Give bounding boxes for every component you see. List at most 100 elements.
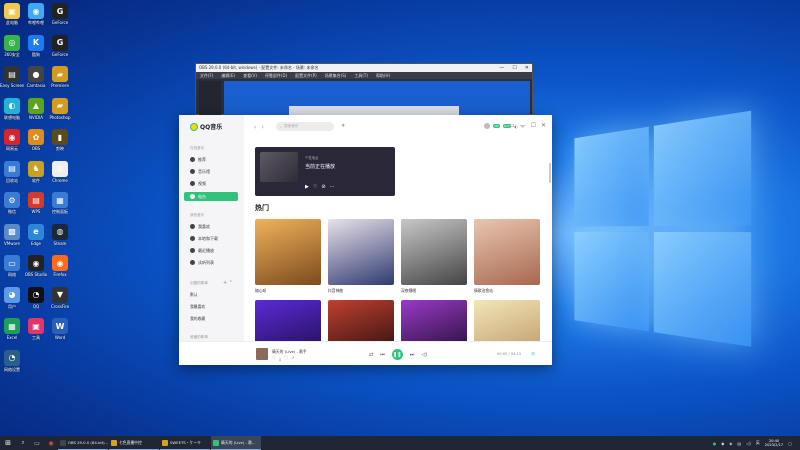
- desktop-icon[interactable]: ◎ Chrome: [48, 160, 72, 191]
- desktop-icon[interactable]: ▰ Photoshop: [48, 97, 72, 128]
- obs-menu-item[interactable]: 工具(T): [354, 73, 368, 79]
- volume-icon[interactable]: ◁): [421, 352, 427, 358]
- desktop-icon[interactable]: ▮ 剪映: [48, 129, 72, 159]
- minimize-icon[interactable]: —: [520, 122, 526, 129]
- qq-music-tray-icon[interactable]: ●: [713, 441, 717, 446]
- task-view-icon[interactable]: ▭: [30, 436, 44, 450]
- nav-music-hall[interactable]: 音乐馆: [184, 167, 238, 176]
- close-icon[interactable]: ✕: [541, 122, 546, 129]
- playlist-card-caption[interactable]: 深夜睡眠: [401, 288, 416, 294]
- playlist-card[interactable]: [328, 219, 394, 285]
- obs-menu-item[interactable]: 配置文件(P): [295, 73, 317, 79]
- play-icon[interactable]: ▶: [305, 184, 309, 190]
- search-icon[interactable]: ⌕: [16, 436, 30, 450]
- tray-icon[interactable]: ◈: [729, 441, 732, 446]
- vip-badge[interactable]: VIP: [493, 124, 500, 128]
- desktop-icon[interactable]: ♞ 软件: [24, 160, 48, 191]
- desktop-icon[interactable]: ▣ 此电脑: [0, 3, 24, 33]
- nav-local[interactable]: 本地和下载: [184, 234, 238, 243]
- tray-icon[interactable]: ◆: [721, 441, 724, 446]
- nav-recommend[interactable]: 推荐: [184, 155, 238, 164]
- playlist-card[interactable]: [474, 219, 540, 285]
- obs-menu-item[interactable]: 场景集合(S): [325, 73, 347, 79]
- trash-icon[interactable]: ⊘: [321, 184, 325, 190]
- start-button[interactable]: ⊞: [0, 436, 16, 450]
- radio-banner[interactable]: 个性电台 当前正在播放 ▶ ♡ ⊘ ⋯: [255, 147, 395, 196]
- desktop-icon[interactable]: ◕ 用户: [0, 286, 24, 317]
- desktop-icon[interactable]: ▩ VMware: [0, 223, 24, 254]
- desktop-icon[interactable]: ▤ Easy Screen: [0, 66, 24, 96]
- playlist-card[interactable]: [255, 219, 321, 285]
- desktop-icon[interactable]: ▰ Premiere: [48, 66, 72, 96]
- desktop-icon[interactable]: ◍ Steam: [48, 223, 72, 254]
- pause-button[interactable]: ❚❚: [391, 349, 403, 360]
- qq-music-window[interactable]: QQ音乐 在线音乐 推荐 音乐馆 视频 电台 我的音乐 我喜欢 本地和下载 最近…: [179, 115, 552, 365]
- desktop-icon[interactable]: ▤ WPS: [24, 192, 48, 222]
- clock[interactable]: 20:40 2023/2/17: [765, 439, 783, 448]
- close-icon[interactable]: ✕: [525, 65, 529, 71]
- taskbar-app[interactable]: 晴天的 (Live) - 歌...: [211, 436, 261, 450]
- playlist-card-caption[interactable]: 情歌治愈站: [474, 288, 493, 294]
- taskbar-app[interactable]: OBS 29.0.0 (64-bit)...: [58, 436, 108, 450]
- desktop-icon[interactable]: e Edge: [24, 223, 48, 254]
- previous-icon[interactable]: ⏮: [380, 352, 385, 358]
- playlist-card-caption[interactable]: 抖音神曲: [328, 288, 343, 294]
- taskbar-app[interactable]: 七色直播中控: [109, 436, 159, 450]
- desktop-icon[interactable]: ✿ OBS: [24, 129, 48, 159]
- next-icon[interactable]: ⏭: [410, 352, 415, 358]
- lyric-button[interactable]: 词: [531, 352, 535, 357]
- desktop-icon[interactable]: ▲ NVIDIA: [24, 97, 48, 128]
- desktop-icon[interactable]: ◉ 网易云: [0, 129, 24, 159]
- scrollbar[interactable]: [549, 163, 551, 183]
- mic-icon[interactable]: ♦: [341, 123, 345, 129]
- heart-icon[interactable]: ♡: [313, 184, 317, 190]
- desktop-icon[interactable]: ◉ OBS Studio: [24, 255, 48, 285]
- now-playing-cover[interactable]: [256, 348, 268, 360]
- desktop-icon[interactable]: W Word: [48, 318, 72, 348]
- desktop-icon[interactable]: K 酷狗: [24, 34, 48, 65]
- desktop-icon[interactable]: ● Camtasia: [24, 66, 48, 96]
- desktop-icon[interactable]: ⚙ 微信: [0, 192, 24, 222]
- back-arrow-icon[interactable]: ‹: [254, 124, 256, 131]
- obs-menu-item[interactable]: 编辑(E): [221, 73, 235, 79]
- now-playing-title[interactable]: 晴天的 (Live) - 歌手: [272, 349, 307, 355]
- avatar[interactable]: [484, 123, 490, 129]
- desktop-icon[interactable]: ◔ QQ: [24, 286, 48, 317]
- desktop-icon[interactable]: ▤ 回收站: [0, 160, 24, 191]
- taskbar-app[interactable]: SWEETS・ケーキ: [160, 436, 210, 450]
- desktop-icon[interactable]: ▣ 工具: [24, 318, 48, 348]
- desktop-icon[interactable]: ◉ 哔哩哔哩: [24, 3, 48, 33]
- heart-icon[interactable]: ♡: [272, 356, 276, 362]
- desktop-icon[interactable]: ▼ CrossFire: [48, 286, 72, 317]
- comment-icon[interactable]: ◌: [284, 356, 288, 362]
- maximize-icon[interactable]: ☐: [512, 65, 516, 71]
- playlist-card-caption[interactable]: 随心听: [255, 288, 266, 294]
- desktop-icon[interactable]: ◎ 360安全: [0, 34, 24, 65]
- desktop-icon[interactable]: ◉ Firefox: [48, 255, 72, 285]
- desktop-icon[interactable]: ◔ 网络设置: [0, 349, 24, 380]
- playlist-card[interactable]: [401, 219, 467, 285]
- playlist-item[interactable]: 我的收藏: [190, 316, 205, 322]
- minimize-icon[interactable]: —: [499, 65, 504, 71]
- obs-menu-item[interactable]: 查看(V): [243, 73, 257, 79]
- add-playlist-icon[interactable]: + ⌃: [223, 280, 233, 286]
- desktop-icon[interactable]: ◐ 联想电脑: [0, 97, 24, 128]
- maximize-icon[interactable]: ☐: [531, 122, 536, 129]
- nav-liked[interactable]: 我喜欢: [184, 222, 238, 231]
- desktop-icon[interactable]: G GeForce: [48, 3, 72, 33]
- nav-trial-list[interactable]: 试听列表: [184, 258, 238, 267]
- nav-radio[interactable]: 电台: [184, 192, 238, 201]
- desktop-icon[interactable]: ▭ 网络: [0, 255, 24, 285]
- obs-menu-item[interactable]: 文件(F): [200, 73, 213, 79]
- share-icon[interactable]: ↗: [291, 356, 295, 362]
- nav-recent[interactable]: 最近播放: [184, 246, 238, 255]
- volume-icon[interactable]: ◁): [746, 441, 751, 446]
- network-icon[interactable]: ▤: [737, 441, 741, 446]
- desktop-icon[interactable]: ▦ 控制面板: [48, 192, 72, 222]
- more-icon[interactable]: ⋯: [330, 184, 335, 190]
- forward-arrow-icon[interactable]: ›: [261, 124, 263, 131]
- ime-icon[interactable]: 英: [756, 440, 760, 446]
- playlist-item[interactable]: 我最喜欢: [190, 304, 205, 310]
- mini-mode-icon[interactable]: ▭: [509, 122, 515, 129]
- download-icon[interactable]: ⤓: [279, 356, 281, 362]
